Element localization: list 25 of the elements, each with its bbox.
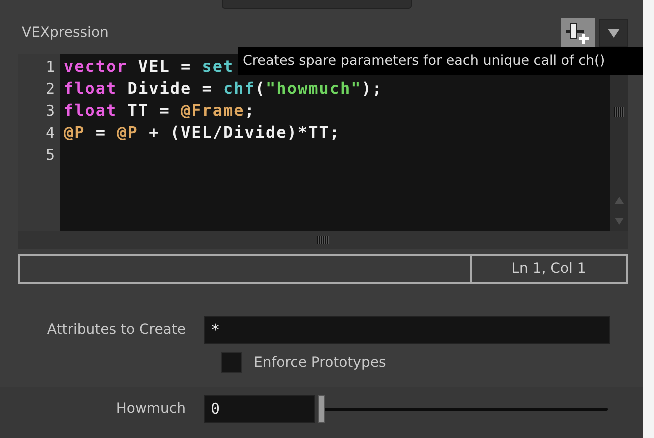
checkbox[interactable] [221,352,242,373]
slider[interactable] [318,394,608,424]
triangle-down-icon [608,28,620,38]
line-number: 2 [44,79,55,100]
tooltip: Creates spare parameters for each unique call of ch() [238,47,643,75]
attributes-label: Attributes to Create [46,322,187,338]
howmuch-label: Howmuch [115,401,187,417]
line-number: 1 [44,57,55,78]
line-number: 3 [44,101,55,122]
scroll-down-icon [614,218,624,225]
line-number: 4 [44,123,55,144]
scrollbar-grip[interactable] [317,236,329,244]
line-number: 5 [44,145,55,166]
scroll-up-icon [614,197,624,204]
menu-button[interactable] [599,19,628,47]
checkbox-label: Enforce Prototypes [254,354,386,370]
scrollbar-grip[interactable] [614,107,624,117]
cursor-position: Ln 1, Col 1 [510,260,588,279]
horizontal-scrollbar[interactable] [18,231,628,249]
howmuch-field[interactable]: 0 [204,395,315,423]
slider-handle[interactable] [318,395,325,423]
slider-plus-icon [565,21,591,45]
create-spare-parameters-button[interactable] [561,18,595,48]
attributes-field[interactable]: * [204,316,610,344]
vexpression-label: VEXpression [22,25,110,41]
